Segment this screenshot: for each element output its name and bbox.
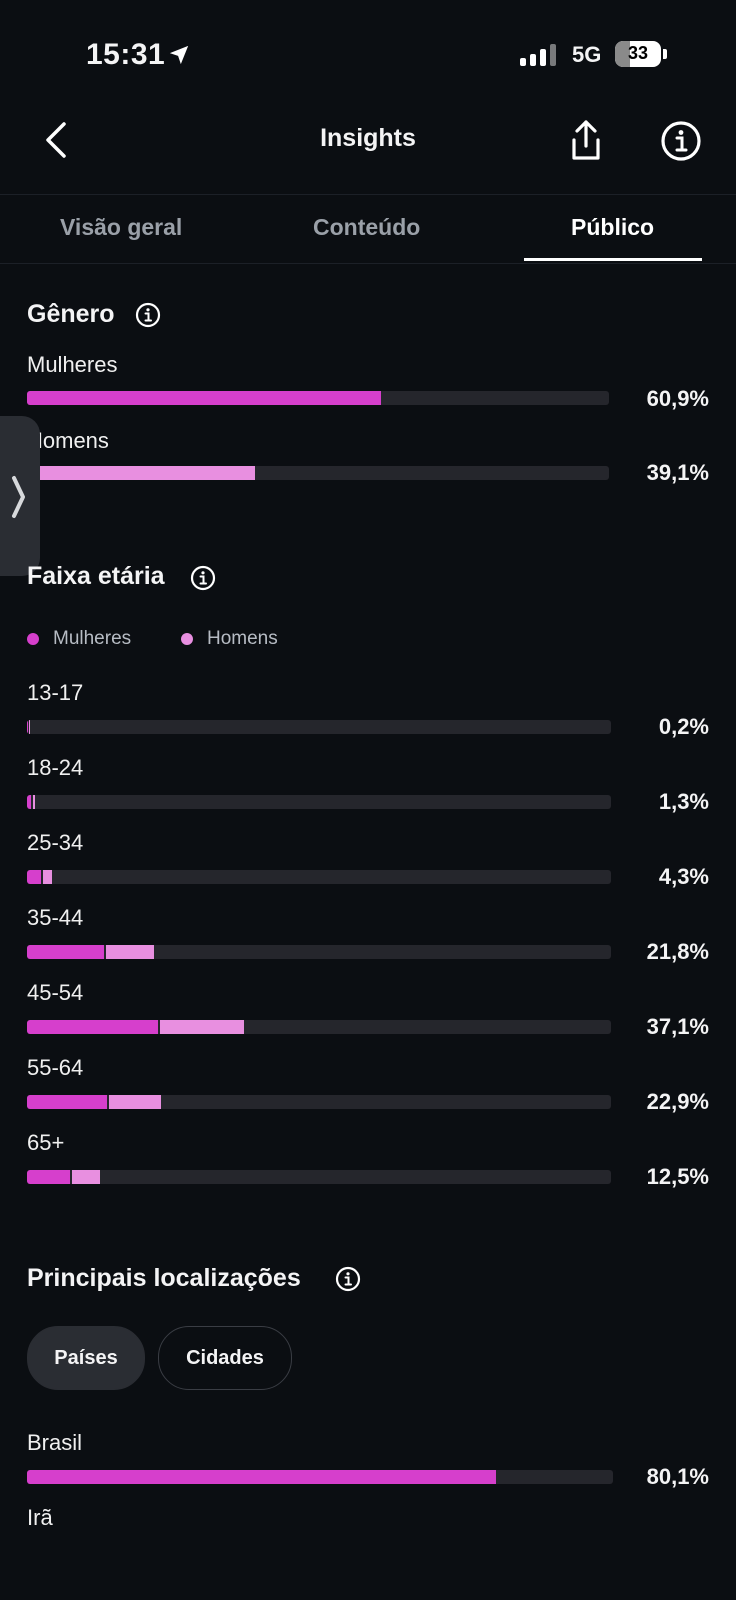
age-fill-men (105, 945, 155, 959)
gender-pct-men: 39,1% (646, 460, 709, 485)
page-title: Insights (320, 124, 416, 152)
gender-title: Gênero (27, 300, 115, 328)
age-pct-55-64: 22,9% (646, 1089, 709, 1114)
location-fill-brasil (27, 1470, 497, 1484)
tab-visao-geral[interactable]: Visão geral (60, 214, 182, 241)
age-fill-men (32, 795, 35, 809)
age-label-25-34: 25-34 (27, 830, 84, 855)
tab-active-indicator (524, 258, 702, 261)
location-bar-brasil (27, 1470, 613, 1484)
age-pct-18-24: 1,3% (658, 789, 709, 814)
chip-paises[interactable]: Países (27, 1326, 145, 1390)
age-fill-women (27, 870, 42, 884)
share-icon[interactable] (566, 118, 606, 162)
tabs-divider (0, 263, 736, 264)
age-fill-men (109, 1095, 161, 1109)
age-pct-35-44: 21,8% (646, 939, 709, 964)
age-title: Faixa etária (27, 562, 165, 590)
age-fill-women (27, 1095, 108, 1109)
age-pct-13-17: 0,2% (658, 714, 709, 739)
age-info-icon[interactable] (190, 565, 216, 591)
gender-fill-men (27, 466, 255, 480)
age-label-45-54: 45-54 (27, 980, 84, 1005)
age-label-35-44: 35-44 (27, 905, 84, 930)
age-fill-women (27, 945, 104, 959)
age-bar-35-44 (27, 945, 611, 959)
age-fill-women (27, 720, 28, 734)
age-fill-men (159, 1020, 244, 1034)
battery-icon: 33 (615, 41, 661, 67)
network-label: 5G (572, 42, 602, 67)
legend-women-label: Mulheres (53, 628, 132, 649)
age-fill-men (29, 720, 31, 734)
legend-men-label: Homens (207, 628, 278, 649)
locations-title: Principais localizações (27, 1264, 301, 1292)
age-pct-65plus: 12,5% (646, 1164, 709, 1189)
age-bar-55-64 (27, 1095, 611, 1109)
age-fill-women (27, 1170, 71, 1184)
status-time: 15:31 (86, 38, 166, 71)
info-icon[interactable] (660, 120, 702, 162)
age-pct-25-34: 4,3% (658, 864, 709, 889)
signal-icon (520, 44, 560, 66)
age-pct-45-54: 37,1% (646, 1014, 709, 1039)
battery-percent: 33 (627, 43, 649, 63)
age-label-55-64: 55-64 (27, 1055, 84, 1080)
age-bar-25-34 (27, 870, 611, 884)
age-label-18-24: 18-24 (27, 755, 84, 780)
tab-conteudo[interactable]: Conteúdo (313, 214, 420, 241)
chip-cidades[interactable]: Cidades (158, 1326, 292, 1390)
gender-bar-men (27, 466, 609, 480)
age-label-13-17: 13-17 (27, 680, 84, 705)
age-bar-45-54 (27, 1020, 611, 1034)
legend-women-dot (27, 633, 39, 645)
header-divider (0, 194, 736, 195)
locations-info-icon[interactable] (335, 1266, 361, 1292)
tab-publico[interactable]: Público (571, 214, 654, 241)
age-bar-18-24 (27, 795, 611, 809)
age-fill-women (27, 1020, 158, 1034)
age-bar-13-17 (27, 720, 611, 734)
location-label-ira: Irã (27, 1505, 53, 1530)
gender-bar-women (27, 391, 609, 405)
location-arrow-icon (169, 45, 189, 65)
gender-info-icon[interactable] (135, 302, 161, 328)
gender-fill-women (27, 391, 382, 405)
age-bar-65plus (27, 1170, 611, 1184)
age-fill-men (43, 870, 53, 884)
location-pct-brasil: 80,1% (646, 1464, 709, 1489)
age-label-65plus: 65+ (27, 1130, 65, 1155)
location-label-brasil: Brasil (27, 1430, 83, 1455)
gender-pct-women: 60,9% (646, 386, 709, 411)
chevron-right-icon[interactable] (8, 474, 28, 520)
gender-label-women: Mulheres (27, 352, 118, 377)
legend-men-dot (181, 633, 193, 645)
battery-tip (663, 49, 667, 59)
age-fill-women (27, 795, 31, 809)
age-fill-men (72, 1170, 100, 1184)
